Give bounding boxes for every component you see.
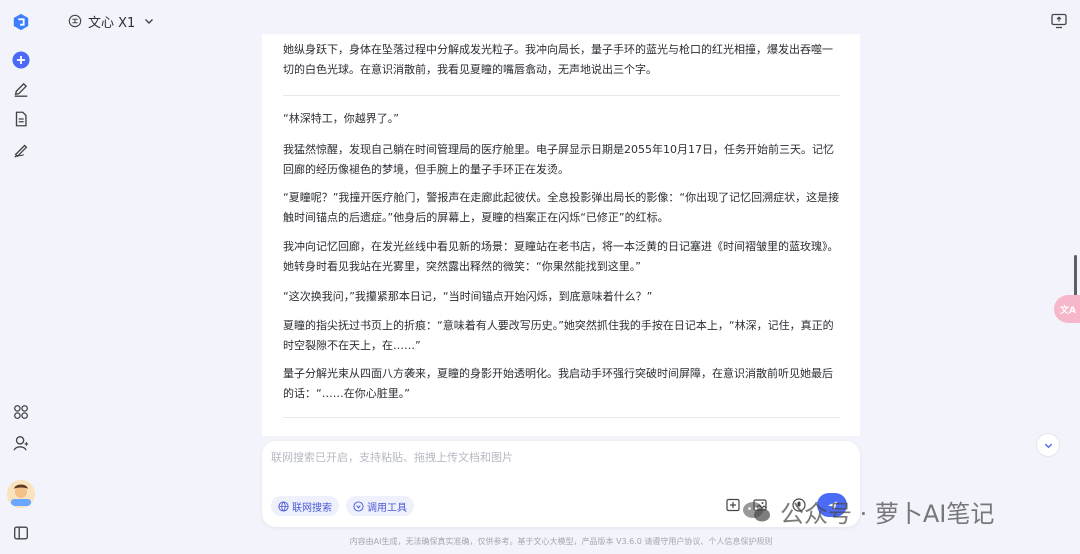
- screen-share-icon[interactable]: [1050, 12, 1068, 30]
- upload-file-icon[interactable]: [725, 497, 741, 513]
- call-tools-toggle[interactable]: 调用工具: [346, 496, 414, 516]
- new-chat-icon[interactable]: [9, 48, 33, 72]
- translate-float-button[interactable]: 文A: [1054, 295, 1080, 323]
- message-paragraph: “夏瞳呢？”我撞开医疗舱门，警报声在走廊此起彼伏。全息投影弹出局长的影像：“你出…: [283, 191, 840, 224]
- footer-disclaimer: 内容由AI生成，无法确保真实准确，仅供参考。基于文心大模型，产品版本 V3.6.…: [349, 537, 773, 546]
- message-paragraph: “林深特工，你越界了。”: [283, 112, 399, 125]
- watermark: 公众号 · 萝卜AI笔记: [742, 494, 994, 529]
- document-icon[interactable]: [9, 107, 33, 131]
- tool-icon: [353, 500, 364, 512]
- user-icon[interactable]: [9, 431, 33, 455]
- chat-input-placeholder[interactable]: 联网搜索已开启，支持粘贴、拖拽上传文档和图片: [271, 449, 513, 465]
- model-switcher[interactable]: 文心 X1: [68, 11, 155, 31]
- globe-icon: [278, 500, 289, 512]
- model-name: 文心 X1: [88, 15, 136, 31]
- scroll-to-bottom-button[interactable]: [1036, 433, 1060, 457]
- model-logo-icon: [68, 14, 82, 28]
- wechat-icon: [743, 501, 770, 521]
- avatar[interactable]: [7, 480, 35, 508]
- message-paragraph: 量子分解光束从四面八方袭来，夏瞳的身影开始透明化。我启动手环强行突破时间屏障，在…: [283, 367, 833, 400]
- divider: [283, 95, 840, 96]
- chat-message-area: 她纵身跃下，身体在坠落过程中分解成发光粒子。我冲向局长，量子手环的蓝光与枪口的红…: [262, 34, 860, 436]
- message-paragraph: “这次换我问，”我攥紧那本日记，“当时间锚点开始闪烁，到底意味着什么？”: [283, 290, 653, 303]
- message-paragraph: 夏瞳的指尖抚过书页上的折痕：“意味着有人要改写历史。”她突然抓住我的手按在日记本…: [283, 319, 834, 352]
- translate-icon: 文A: [1060, 305, 1076, 316]
- chevron-down-icon: [1044, 443, 1052, 448]
- apps-grid-icon[interactable]: [9, 400, 33, 424]
- app-logo-icon[interactable]: [9, 10, 33, 34]
- watermark-text: 公众号 · 萝卜AI笔记: [780, 500, 995, 528]
- chevron-down-icon: [145, 19, 154, 24]
- scrollbar-track[interactable]: [1073, 40, 1077, 430]
- message-paragraph: 她纵身跃下，身体在坠落过程中分解成发光粒子。我冲向局长，量子手环的蓝光与枪口的红…: [283, 43, 833, 76]
- web-search-label: 联网搜索: [292, 502, 332, 514]
- message-paragraph: 我冲向记忆回廊，在发光丝线中看见新的场景：夏瞳站在老书店，将一本泛黄的日记塞进《…: [283, 240, 839, 273]
- web-search-toggle[interactable]: 联网搜索: [271, 496, 339, 516]
- writing-icon[interactable]: [9, 138, 33, 162]
- message-paragraph: 我猛然惊醒，发现自己躺在时间管理局的医疗舱里。电子屏显示日期是2055年10月1…: [283, 143, 834, 176]
- call-tools-label: 调用工具: [367, 502, 407, 514]
- sidebar: [0, 0, 42, 554]
- edit-icon[interactable]: [9, 77, 33, 101]
- divider: [283, 417, 840, 418]
